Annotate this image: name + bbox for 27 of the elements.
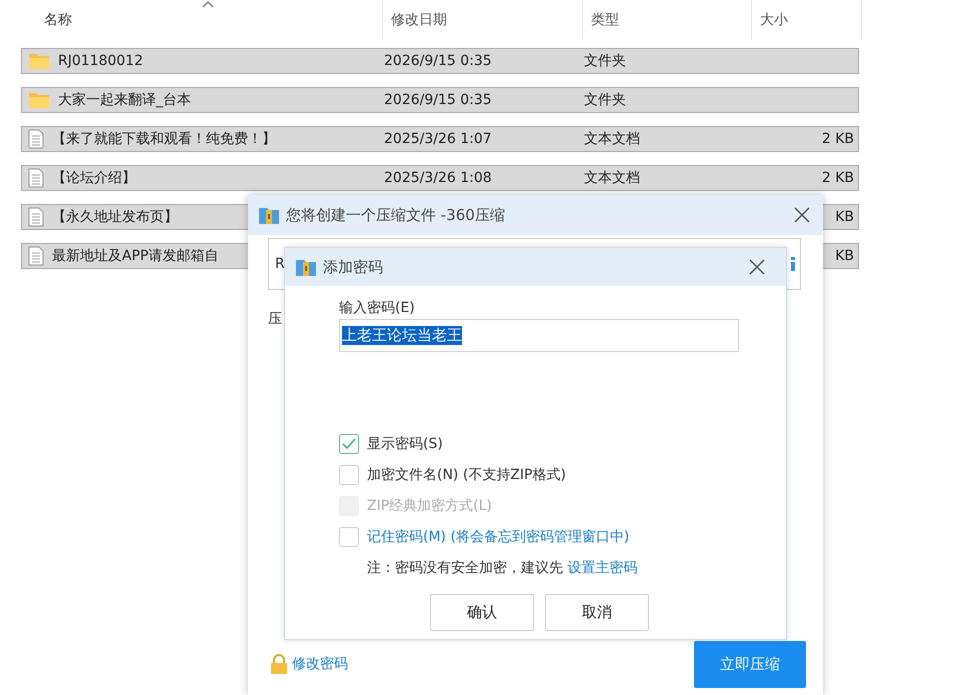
file-size: KB <box>835 209 854 225</box>
file-name: 最新地址及APP请发邮箱自 <box>52 247 218 265</box>
modified-date: 2025/3/26 1:07 <box>384 131 493 147</box>
file-name: 大家一起来翻译_台本 <box>58 91 191 109</box>
file-name: 【来了就能下载和观看！纯免费！】 <box>52 130 276 148</box>
option-label: 记住密码(M) (将会备忘到密码管理窗口中) <box>367 528 630 546</box>
option-label: 显示密码(S) <box>367 435 443 453</box>
file-type: 文本文档 <box>584 169 641 187</box>
file-size: KB <box>835 248 854 264</box>
modified-date: 2026/9/15 0:35 <box>384 53 493 69</box>
modified-date: 2026/9/15 0:35 <box>384 92 493 108</box>
window-title: 您将创建一个压缩文件 -360压缩 <box>286 206 506 224</box>
option-label: ZIP经典加密方式(L) <box>367 497 492 515</box>
file-type: 文件夹 <box>584 91 627 109</box>
note-text: 注：密码没有安全加密，建议先 设置主密码 <box>367 559 638 577</box>
file-type: 文件夹 <box>584 52 627 70</box>
option-label: 加密文件名(N) (不支持ZIP格式) <box>367 466 566 484</box>
file-name: RJ01180012 <box>58 53 144 69</box>
window-title: 添加密码 <box>323 258 384 276</box>
file-type: 文本文档 <box>584 130 641 148</box>
format-label: 压 <box>268 310 283 328</box>
modified-date: 2025/3/26 1:08 <box>384 170 493 186</box>
file-name: 【论坛介绍】 <box>52 169 136 187</box>
password-label: 输入密码(E) <box>339 299 416 317</box>
file-size: 2 KB <box>822 170 854 186</box>
file-size: 2 KB <box>822 131 854 147</box>
file-name: 【永久地址发布页】 <box>52 208 178 226</box>
